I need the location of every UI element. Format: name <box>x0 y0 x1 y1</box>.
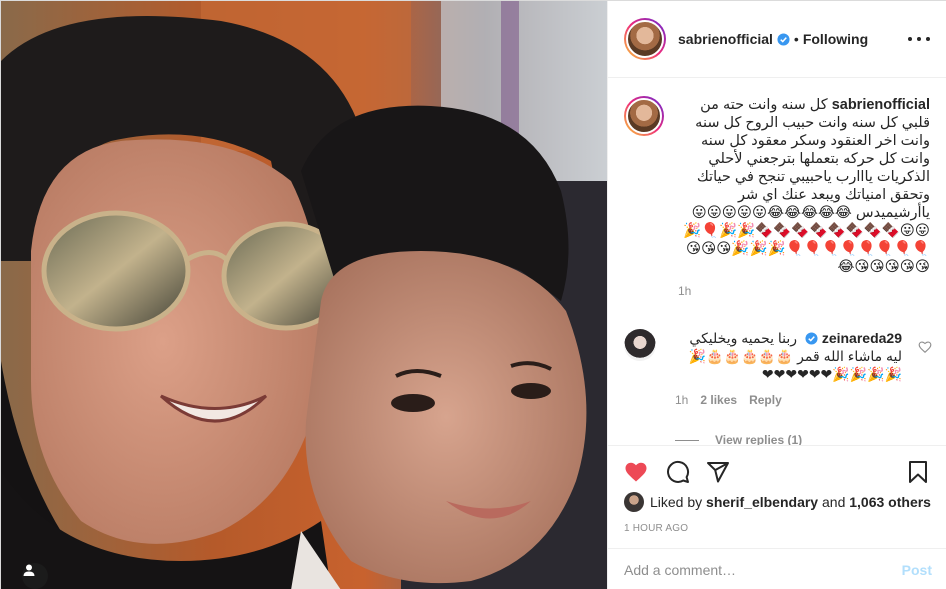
like-heart-icon[interactable] <box>624 460 648 484</box>
likes-summary: Liked by sherif_elbendary and 1,063 othe… <box>624 492 931 512</box>
comment-meta: 1h 2 likes Reply <box>675 393 902 407</box>
user-icon <box>23 564 35 576</box>
comment-icon[interactable] <box>666 460 690 484</box>
more-options-icon[interactable] <box>908 31 930 47</box>
likes-others-count[interactable]: 1,063 others <box>849 494 931 510</box>
post-header: sabrienofficial • Following <box>608 1 946 78</box>
verified-badge-icon <box>777 32 790 46</box>
instagram-post-modal: sabrienofficial • Following sabrienoffic… <box>0 0 946 589</box>
add-comment-bar: Post <box>608 548 946 589</box>
separator-dot: • <box>793 31 799 47</box>
comment-text: zeinareda29 ربنا يحميه ويخليكي ليه ماشاء… <box>675 329 902 383</box>
post-timestamp[interactable]: 1 HOUR AGO <box>624 523 688 534</box>
view-replies-button[interactable]: View replies (1) <box>675 433 802 445</box>
verified-badge-icon <box>805 332 818 345</box>
comment-item: zeinareda29 ربنا يحميه ويخليكي ليه ماشاء… <box>624 329 934 445</box>
post-photo[interactable] <box>1 1 607 589</box>
post-comment-button[interactable]: Post <box>902 562 932 578</box>
caption-username[interactable]: sabrienofficial <box>832 97 930 113</box>
comments-list[interactable]: sabrienofficial كل سنه وانت حته من قلبي … <box>608 79 946 445</box>
replies-divider <box>675 439 699 441</box>
selfie-image <box>1 1 607 589</box>
liker-username[interactable]: sherif_elbendary <box>706 494 818 510</box>
caption-message: كل سنه وانت حته من قلبي كل سنه وانت حبيب… <box>695 97 930 221</box>
comment-like-heart-icon[interactable] <box>918 340 932 354</box>
view-replies-label: View replies (1) <box>715 433 803 445</box>
save-bookmark-icon[interactable] <box>906 460 930 484</box>
commenter-avatar[interactable] <box>624 329 656 361</box>
caption-text: sabrienofficial كل سنه وانت حته من قلبي … <box>678 96 930 276</box>
share-paper-plane-icon[interactable] <box>706 460 730 484</box>
likes-prefix: Liked by <box>650 494 703 510</box>
tagged-users-button[interactable] <box>22 563 48 589</box>
comment-likes[interactable]: 2 likes <box>700 393 737 407</box>
following-button[interactable]: Following <box>803 31 868 47</box>
post-side-panel: sabrienofficial • Following sabrienoffic… <box>607 1 946 589</box>
caption-time[interactable]: 1h <box>678 284 930 298</box>
commenter-username[interactable]: zeinareda29 <box>822 330 902 346</box>
author-username[interactable]: sabrienofficial <box>678 31 773 47</box>
caption-avatar[interactable] <box>624 96 664 136</box>
likes-conjunction: and <box>822 494 846 510</box>
author-avatar[interactable] <box>624 18 666 60</box>
comment-time[interactable]: 1h <box>675 393 688 407</box>
comment-reply-button[interactable]: Reply <box>749 393 782 407</box>
post-caption: sabrienofficial كل سنه وانت حته من قلبي … <box>624 96 934 298</box>
liker-avatar[interactable] <box>624 492 644 512</box>
comment-input[interactable] <box>624 561 902 578</box>
